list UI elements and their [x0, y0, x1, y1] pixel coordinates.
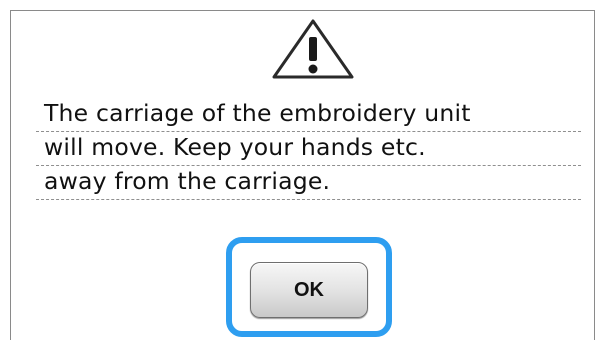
message-line: away from the carriage.: [36, 166, 581, 200]
warning-message: The carriage of the embroidery unit will…: [36, 98, 581, 200]
message-line: will move. Keep your hands etc.: [36, 132, 581, 166]
screen: The carriage of the embroidery unit will…: [0, 0, 603, 340]
warning-icon: [268, 17, 358, 81]
ok-button[interactable]: OK: [250, 262, 368, 318]
message-line: The carriage of the embroidery unit: [36, 98, 581, 132]
